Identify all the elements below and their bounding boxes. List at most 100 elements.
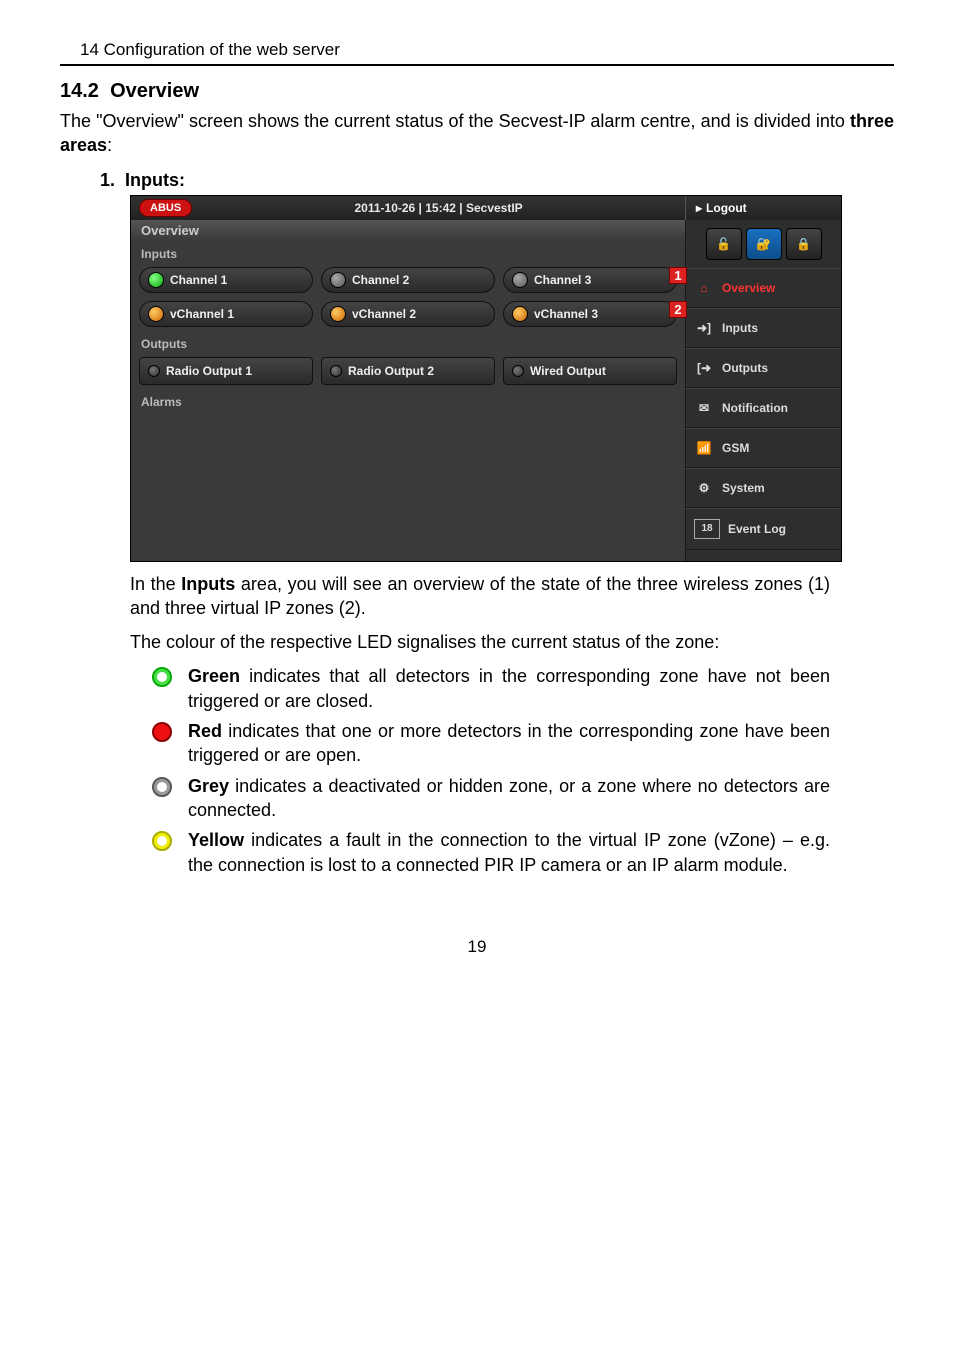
wired-output-label: Wired Output — [530, 364, 606, 378]
nav-gsm-label: GSM — [722, 441, 749, 455]
list-number: 1. — [100, 170, 115, 190]
nav-inputs-label: Inputs — [722, 321, 758, 335]
legend-grey: Grey indicates a deactivated or hidden z… — [152, 774, 830, 823]
nav-system-label: System — [722, 481, 765, 495]
callout-2: 2 — [669, 301, 687, 318]
alarms-section-title: Alarms — [131, 389, 685, 411]
lock-locked-button[interactable]: 🔒 — [786, 228, 822, 260]
intro-text-c: : — [107, 135, 112, 155]
channel-1[interactable]: Channel 1 — [139, 267, 313, 293]
page-number: 19 — [60, 937, 894, 957]
led-red-icon — [152, 722, 172, 742]
led-grey-icon — [152, 777, 172, 797]
channel-2[interactable]: Channel 2 — [321, 267, 495, 293]
channel-3[interactable]: Channel 3 — [503, 267, 677, 293]
legend-grey-text: Grey indicates a deactivated or hidden z… — [188, 774, 830, 823]
sidebar: 🔓 🔐 🔒 ⌂ Overview ➜] Inputs [➜ Outputs ✉ Noti… — [685, 220, 841, 561]
led-orange-icon — [330, 306, 346, 322]
led-grey-icon — [330, 272, 346, 288]
unlock-icon: 🔓 — [716, 237, 731, 251]
nav-notification[interactable]: ✉ Notification — [686, 388, 841, 428]
radio-output-2-label: Radio Output 2 — [348, 364, 434, 378]
home-icon: ⌂ — [694, 279, 714, 297]
radio-output-1-label: Radio Output 1 — [166, 364, 252, 378]
legend-green: Green indicates that all detectors in th… — [152, 664, 830, 713]
nav-inputs[interactable]: ➜] Inputs — [686, 308, 841, 348]
nav-notification-label: Notification — [722, 401, 788, 415]
radio-output-1[interactable]: Radio Output 1 — [139, 357, 313, 385]
intro-paragraph: The "Overview" screen shows the current … — [60, 109, 894, 158]
led-orange-icon — [512, 306, 528, 322]
vchannel-1[interactable]: vChannel 1 — [139, 301, 313, 327]
vchannel-1-label: vChannel 1 — [170, 307, 234, 321]
calendar-icon: 18 — [694, 519, 720, 539]
below-para-2: The colour of the respective LED signali… — [130, 630, 830, 654]
nav-eventlog-label: Event Log — [728, 522, 786, 536]
led-dim-icon — [512, 365, 524, 377]
nav-gsm[interactable]: 📶 GSM — [686, 428, 841, 468]
below1c: area, you will see an overview of the st… — [130, 574, 830, 618]
led-dim-icon — [148, 365, 160, 377]
outputs-row: Radio Output 1 Radio Output 2 Wired Outp… — [131, 353, 685, 389]
legend-red-text: Red indicates that one or more detectors… — [188, 719, 830, 768]
callout-1: 1 — [669, 267, 687, 284]
play-icon: ▸ — [696, 201, 702, 215]
inputs-row-1: Channel 1 Channel 2 Channel 3 1 — [131, 263, 685, 297]
list-label: Inputs: — [125, 170, 185, 190]
envelope-icon: ✉ — [694, 399, 714, 417]
nav-system[interactable]: ⚙ System — [686, 468, 841, 508]
led-yellow-icon — [152, 831, 172, 851]
channel-3-label: Channel 3 — [534, 273, 591, 287]
titlebar: ABUS 2011-10-26 | 15:42 | SecvestIP ▸ Lo… — [131, 196, 841, 220]
logout-link[interactable]: ▸ Logout — [685, 196, 841, 220]
section-number: 14.2 — [60, 80, 99, 102]
signal-icon: 📶 — [694, 439, 714, 457]
page-header: 14 Configuration of the web server — [60, 40, 894, 60]
outputs-section-title: Outputs — [131, 331, 685, 353]
below1b: Inputs — [181, 574, 235, 594]
inputs-section-title: Inputs — [131, 241, 685, 263]
vchannel-2-label: vChannel 2 — [352, 307, 416, 321]
section-heading: 14.2 Overview — [60, 80, 894, 103]
screenshot-overview: ABUS 2011-10-26 | 15:42 | SecvestIP ▸ Lo… — [130, 195, 842, 562]
logout-label: Logout — [706, 201, 747, 215]
nav-overview-label: Overview — [722, 281, 775, 295]
overview-title: Overview — [131, 220, 685, 241]
partial-lock-icon: 🔐 — [756, 237, 771, 251]
legend-green-text: Green indicates that all detectors in th… — [188, 664, 830, 713]
nav-eventlog[interactable]: 18 Event Log — [686, 508, 841, 550]
intro-text-a: The "Overview" screen shows the current … — [60, 111, 850, 131]
datetime-label: 2011-10-26 | 15:42 | SecvestIP — [192, 201, 685, 215]
nav-overview[interactable]: ⌂ Overview — [686, 268, 841, 308]
vchannel-2[interactable]: vChannel 2 — [321, 301, 495, 327]
led-orange-icon — [148, 306, 164, 322]
led-green-icon — [152, 667, 172, 687]
radio-output-2[interactable]: Radio Output 2 — [321, 357, 495, 385]
led-dim-icon — [330, 365, 342, 377]
nav-outputs[interactable]: [➜ Outputs — [686, 348, 841, 388]
led-green-icon — [148, 272, 164, 288]
led-grey-icon — [512, 272, 528, 288]
lock-buttons: 🔓 🔐 🔒 — [686, 220, 841, 268]
below1a: In the — [130, 574, 181, 594]
legend-yellow-text: Yellow indicates a fault in the connecti… — [188, 828, 830, 877]
header-rule — [60, 64, 894, 66]
wired-output[interactable]: Wired Output — [503, 357, 677, 385]
inputs-row-2: vChannel 1 vChannel 2 vChannel 3 2 — [131, 297, 685, 331]
alarms-area — [131, 411, 685, 561]
channel-2-label: Channel 2 — [352, 273, 409, 287]
input-icon: ➜] — [694, 319, 714, 337]
legend-yellow: Yellow indicates a fault in the connecti… — [152, 828, 830, 877]
output-icon: [➜ — [694, 359, 714, 377]
lock-partial-button[interactable]: 🔐 — [746, 228, 782, 260]
gear-icon: ⚙ — [694, 479, 714, 497]
legend-red: Red indicates that one or more detectors… — [152, 719, 830, 768]
main-panel: Overview Inputs Channel 1 Channel 2 Chan… — [131, 220, 685, 561]
section-title: Overview — [110, 80, 199, 102]
lock-icon: 🔒 — [796, 237, 811, 251]
nav-outputs-label: Outputs — [722, 361, 768, 375]
vchannel-3[interactable]: vChannel 3 — [503, 301, 677, 327]
lock-unlocked-button[interactable]: 🔓 — [706, 228, 742, 260]
below-para-1: In the Inputs area, you will see an over… — [130, 572, 830, 621]
vchannel-3-label: vChannel 3 — [534, 307, 598, 321]
